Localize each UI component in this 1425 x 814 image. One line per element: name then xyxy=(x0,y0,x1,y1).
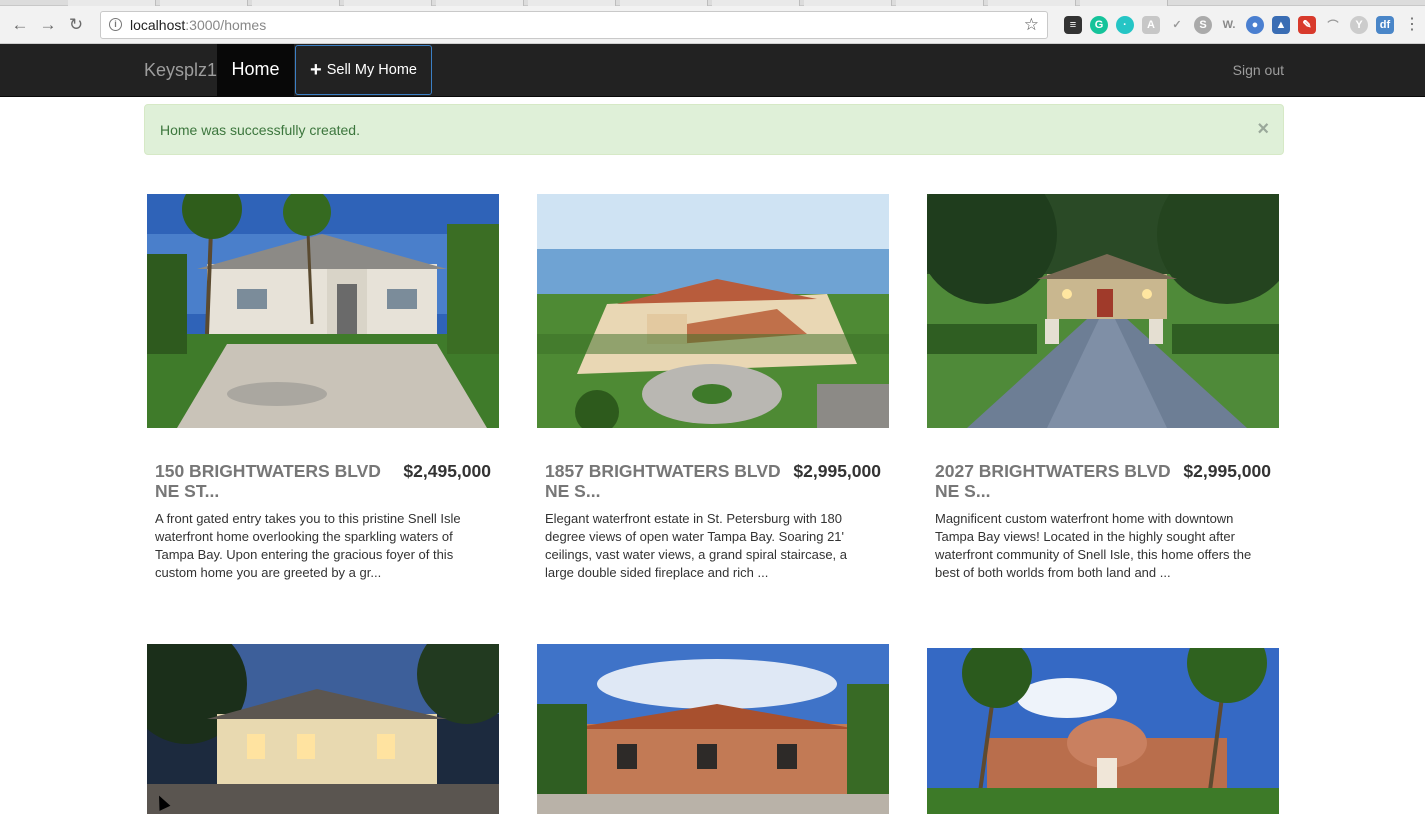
home-photo[interactable] xyxy=(147,644,499,814)
home-price: $2,995,000 xyxy=(793,461,881,481)
blue-extension-icon[interactable]: ▲ xyxy=(1272,15,1290,34)
home-description: Elegant waterfront estate in St. Petersb… xyxy=(545,511,848,580)
df-extension-icon[interactable]: df xyxy=(1376,15,1394,34)
home-card[interactable] xyxy=(147,644,499,814)
home-address[interactable]: 150 BRIGHTWATERS BLVD NE ST... xyxy=(155,461,395,501)
globe-extension-icon[interactable]: ● xyxy=(1246,15,1264,34)
w-extension-icon[interactable]: W. xyxy=(1220,15,1238,34)
home-photo[interactable] xyxy=(537,194,889,428)
brand-logo[interactable]: Keysplz1 xyxy=(144,44,217,96)
home-photo[interactable] xyxy=(537,644,889,814)
browser-tab[interactable] xyxy=(160,0,248,6)
teal-extension-icon[interactable]: · xyxy=(1116,15,1134,34)
rss-extension-icon[interactable]: ⌒ xyxy=(1324,15,1342,34)
home-photo-art xyxy=(537,644,889,814)
plus-icon: + xyxy=(310,59,322,81)
home-price: $2,495,000 xyxy=(403,461,491,481)
browser-toolbar: ← → ↻ i localhost:3000/homes ☆ ≡ G · A ✓… xyxy=(0,6,1425,44)
check-extension-icon[interactable]: ✓ xyxy=(1168,15,1186,34)
gray-extension-icon[interactable]: A xyxy=(1142,15,1160,34)
skype-extension-icon[interactable]: S xyxy=(1194,15,1212,34)
browser-tab[interactable] xyxy=(1080,0,1168,6)
back-arrow-icon[interactable]: ← xyxy=(6,11,34,39)
browser-tab[interactable] xyxy=(436,0,524,6)
site-navbar: Keysplz1 Home + Sell My Home Sign out xyxy=(0,44,1425,97)
alert-message: Home was successfully created. xyxy=(160,122,360,138)
layers-extension-icon[interactable]: ≡ xyxy=(1064,15,1082,34)
browser-tab[interactable] xyxy=(712,0,800,6)
home-photo-art xyxy=(147,194,499,428)
home-photo-art xyxy=(927,648,1279,814)
reload-icon[interactable]: ↻ xyxy=(62,11,90,39)
browser-tab[interactable] xyxy=(68,0,156,6)
extensions-bar: ≡ G · A ✓ S W. ● ▲ ✎ ⌒ Y df xyxy=(1064,15,1394,34)
y-extension-icon[interactable]: Y xyxy=(1350,15,1368,34)
bookmark-star-icon[interactable]: ☆ xyxy=(1024,15,1039,35)
browser-tab[interactable] xyxy=(344,0,432,6)
url-path: :3000/homes xyxy=(185,16,267,33)
home-description: Magnificent custom waterfront home with … xyxy=(935,511,1252,580)
browser-tab[interactable] xyxy=(620,0,708,6)
home-photo-art xyxy=(537,194,889,428)
nav-home-link[interactable]: Home xyxy=(217,44,294,96)
sell-my-home-label: Sell My Home xyxy=(326,62,417,78)
browser-tab[interactable] xyxy=(804,0,892,6)
sell-my-home-button[interactable]: + Sell My Home xyxy=(295,45,432,95)
home-card[interactable]: 1857 BRIGHTWATERS BLVD NE S... $2,995,00… xyxy=(537,194,889,582)
home-photo[interactable] xyxy=(147,194,499,428)
url-host: localhost xyxy=(130,16,186,33)
browser-tab[interactable] xyxy=(252,0,340,6)
browser-tabstrip xyxy=(0,0,1425,6)
browser-tab[interactable] xyxy=(528,0,616,6)
card-header: 150 BRIGHTWATERS BLVD NE ST... $2,495,00… xyxy=(147,461,499,501)
home-price: $2,995,000 xyxy=(1183,461,1271,481)
home-address[interactable]: 2027 BRIGHTWATERS BLVD NE S... xyxy=(935,461,1175,501)
home-card[interactable]: 150 BRIGHTWATERS BLVD NE ST... $2,495,00… xyxy=(147,194,499,582)
browser-menu-icon[interactable]: ⋮ xyxy=(1404,16,1420,33)
home-photo-art xyxy=(927,194,1279,428)
home-card[interactable]: 2027 BRIGHTWATERS BLVD NE S... $2,995,00… xyxy=(927,194,1279,582)
forward-arrow-icon[interactable]: → xyxy=(34,11,62,39)
card-header: 1857 BRIGHTWATERS BLVD NE S... $2,995,00… xyxy=(537,461,889,501)
success-alert: Home was successfully created. × xyxy=(144,104,1284,155)
home-description: A front gated entry takes you to this pr… xyxy=(155,511,461,580)
home-photo[interactable] xyxy=(927,194,1279,428)
home-address[interactable]: 1857 BRIGHTWATERS BLVD NE S... xyxy=(545,461,785,501)
card-header: 2027 BRIGHTWATERS BLVD NE S... $2,995,00… xyxy=(927,461,1279,501)
home-card[interactable] xyxy=(537,644,889,814)
red-extension-icon[interactable]: ✎ xyxy=(1298,15,1316,34)
close-icon[interactable]: × xyxy=(1257,119,1269,139)
address-bar[interactable]: i localhost:3000/homes ☆ xyxy=(100,10,1048,39)
browser-tab[interactable] xyxy=(896,0,984,6)
info-icon[interactable]: i xyxy=(109,18,122,31)
browser-tab[interactable] xyxy=(988,0,1076,6)
home-card[interactable] xyxy=(927,648,1279,814)
grammarly-extension-icon[interactable]: G xyxy=(1090,15,1108,34)
home-photo-art xyxy=(147,644,499,814)
home-photo[interactable] xyxy=(927,648,1279,814)
sign-out-link[interactable]: Sign out xyxy=(1233,44,1284,96)
